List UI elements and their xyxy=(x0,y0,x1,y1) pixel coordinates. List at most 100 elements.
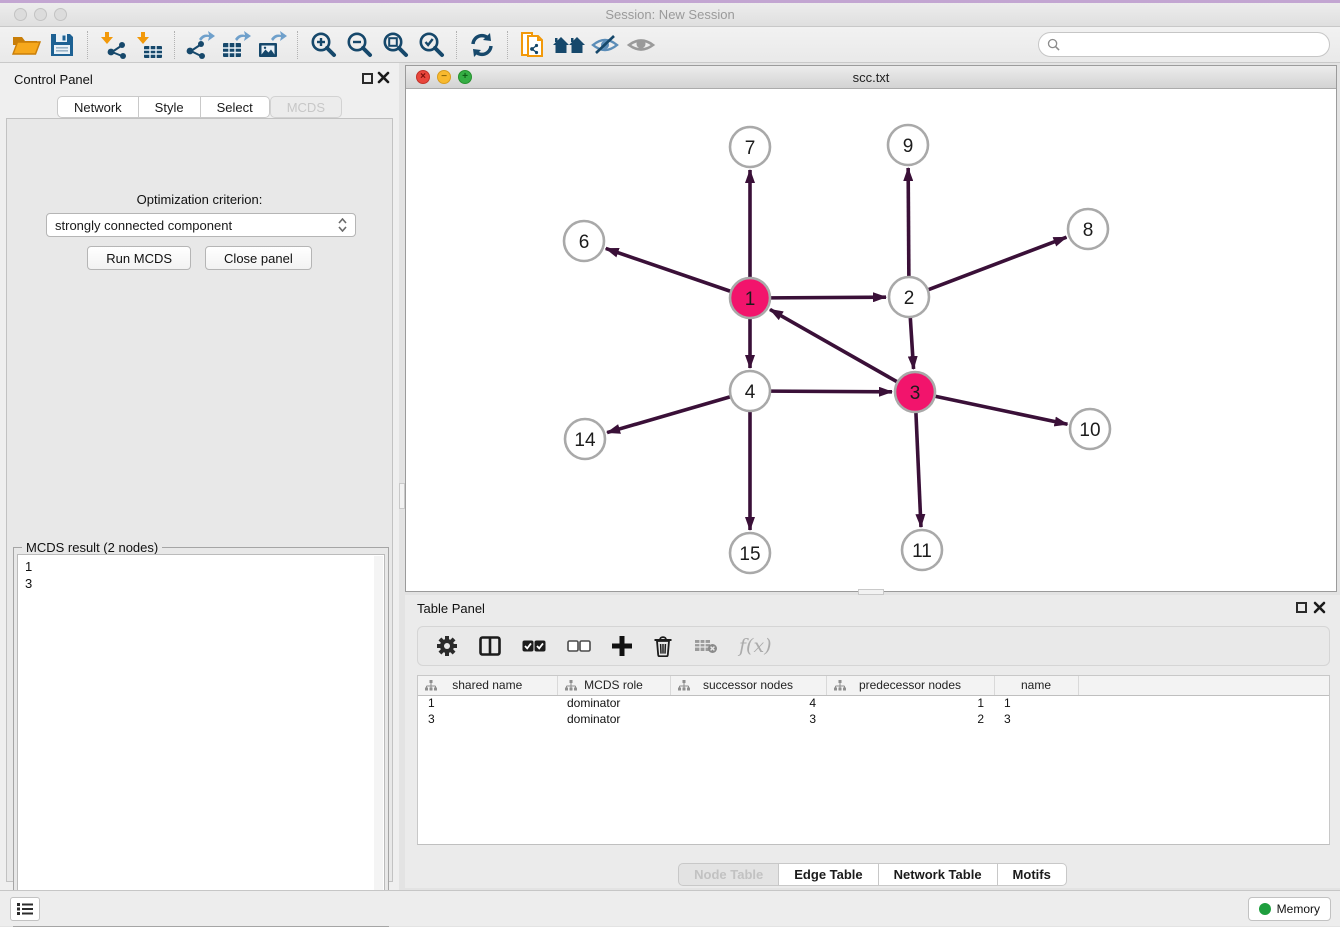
table-cell: dominator xyxy=(557,695,670,711)
table-cell: 3 xyxy=(670,711,826,727)
column-label: name xyxy=(1021,678,1051,692)
graph-node-2[interactable]: 2 xyxy=(889,277,929,317)
import-table-button[interactable] xyxy=(131,29,167,61)
memory-button[interactable]: Memory xyxy=(1248,897,1331,921)
run-mcds-button[interactable]: Run MCDS xyxy=(87,246,191,270)
toggle-column-view-button[interactable] xyxy=(479,636,501,656)
tab-edge-table[interactable]: Edge Table xyxy=(779,863,878,886)
graph-node-label: 1 xyxy=(745,289,756,310)
zoom-in-icon xyxy=(309,31,337,59)
column-label: predecessor nodes xyxy=(859,678,961,692)
column-header-predecessor-nodes[interactable]: predecessor nodes xyxy=(826,676,994,695)
optimization-criterion-select[interactable]: strongly connected component xyxy=(46,213,356,237)
graph-node-11[interactable]: 11 xyxy=(902,530,942,570)
close-panel-icon[interactable] xyxy=(1313,601,1326,614)
search-input[interactable] xyxy=(1065,38,1321,52)
hierarchy-icon xyxy=(425,680,437,691)
graph-edge-2-9[interactable] xyxy=(908,168,909,277)
export-table-button[interactable] xyxy=(218,29,254,61)
table-settings-button[interactable] xyxy=(436,635,458,657)
tab-style[interactable]: Style xyxy=(139,96,201,118)
float-panel-icon[interactable] xyxy=(1296,602,1307,613)
table-cell: 3 xyxy=(418,711,557,727)
deselect-all-columns-button[interactable] xyxy=(567,640,591,652)
column-header-mcds-role[interactable]: MCDS role xyxy=(557,676,670,695)
network-window-titlebar[interactable]: × − + scc.txt xyxy=(406,66,1336,89)
table-cell-filler xyxy=(1078,711,1329,727)
graph-node-label: 15 xyxy=(739,544,760,565)
graph-node-4[interactable]: 4 xyxy=(730,371,770,411)
hierarchy-icon xyxy=(834,680,846,691)
close-panel-button[interactable]: Close panel xyxy=(205,246,312,270)
graph-node-1[interactable]: 1 xyxy=(730,278,770,318)
graph-edge-2-8[interactable] xyxy=(928,237,1067,290)
graph-node-10[interactable]: 10 xyxy=(1070,409,1110,449)
tab-network[interactable]: Network xyxy=(57,96,139,118)
tab-node-table[interactable]: Node Table xyxy=(678,863,779,886)
save-session-button[interactable] xyxy=(44,29,80,61)
mcds-result-textarea[interactable]: 13 xyxy=(17,554,385,923)
graph-edge-1-2[interactable] xyxy=(770,297,886,298)
macos-titlebar: Session: New Session xyxy=(0,3,1340,27)
tab-select[interactable]: Select xyxy=(201,96,270,118)
graph-edge-4-3[interactable] xyxy=(770,391,892,392)
delete-table-button[interactable] xyxy=(694,638,718,654)
graph-edge-1-6[interactable] xyxy=(606,248,731,291)
zoom-fit-button[interactable] xyxy=(377,29,413,61)
mcds-result-lines: 13 xyxy=(18,555,384,595)
graph-node-8[interactable]: 8 xyxy=(1068,209,1108,249)
zoom-in-button[interactable] xyxy=(305,29,341,61)
result-scrollbar[interactable] xyxy=(374,556,383,921)
table-row[interactable]: 1dominator411 xyxy=(418,695,1329,711)
table-row[interactable]: 3dominator323 xyxy=(418,711,1329,727)
graph-edge-2-3[interactable] xyxy=(910,317,913,369)
home-layout-button[interactable] xyxy=(551,29,587,61)
graph-edge-4-14[interactable] xyxy=(607,397,731,433)
export-network-button[interactable] xyxy=(182,29,218,61)
tab-network-table[interactable]: Network Table xyxy=(879,863,998,886)
function-builder-button[interactable]: f(x) xyxy=(739,635,772,657)
zoom-selected-button[interactable] xyxy=(413,29,449,61)
graph-edge-3-1[interactable] xyxy=(770,309,898,382)
column-header-name[interactable]: name xyxy=(994,676,1078,695)
show-all-button[interactable] xyxy=(623,29,659,61)
graph-node-7[interactable]: 7 xyxy=(730,127,770,167)
toolbar-separator xyxy=(174,31,175,59)
show-panel-menu-button[interactable] xyxy=(10,897,40,921)
new-network-from-selection-icon xyxy=(519,30,547,60)
network-graph-canvas[interactable]: 7 9 6 8 1 2 4 3 14 10 15 11 xyxy=(406,89,1336,591)
graph-node-14[interactable]: 14 xyxy=(565,419,605,459)
tab-mcds[interactable]: MCDS xyxy=(270,96,342,118)
zoom-out-button[interactable] xyxy=(341,29,377,61)
column-header-shared-name[interactable]: shared name xyxy=(418,676,557,695)
graph-edge-3-11[interactable] xyxy=(916,412,921,527)
select-all-columns-button[interactable] xyxy=(522,640,546,652)
graph-node-3[interactable]: 3 xyxy=(895,372,935,412)
plus-icon xyxy=(612,636,632,656)
graph-node-6[interactable]: 6 xyxy=(564,221,604,261)
close-panel-icon[interactable] xyxy=(377,71,390,84)
network-window-title: scc.txt xyxy=(406,70,1336,85)
table-panel-title: Table Panel xyxy=(417,601,485,616)
toolbar-separator xyxy=(297,31,298,59)
delete-column-button[interactable] xyxy=(653,635,673,657)
deselect-all-icon xyxy=(567,640,591,652)
tab-motifs[interactable]: Motifs xyxy=(998,863,1067,886)
graph-edge-3-10[interactable] xyxy=(935,396,1068,424)
open-session-button[interactable] xyxy=(8,29,44,61)
select-stepper-icon xyxy=(338,218,347,232)
graph-node-15[interactable]: 15 xyxy=(730,533,770,573)
zoom-out-icon xyxy=(345,31,373,59)
apply-layout-button[interactable] xyxy=(464,29,500,61)
refresh-icon xyxy=(469,32,495,58)
float-panel-icon[interactable] xyxy=(362,73,373,84)
new-network-from-selection-button[interactable] xyxy=(515,29,551,61)
hide-selected-button[interactable] xyxy=(587,29,623,61)
add-column-button[interactable] xyxy=(612,636,632,656)
export-image-button[interactable] xyxy=(254,29,290,61)
home-icon xyxy=(552,33,586,57)
graph-node-9[interactable]: 9 xyxy=(888,125,928,165)
graph-node-label: 10 xyxy=(1079,420,1100,441)
column-header-successor-nodes[interactable]: successor nodes xyxy=(670,676,826,695)
import-network-button[interactable] xyxy=(95,29,131,61)
